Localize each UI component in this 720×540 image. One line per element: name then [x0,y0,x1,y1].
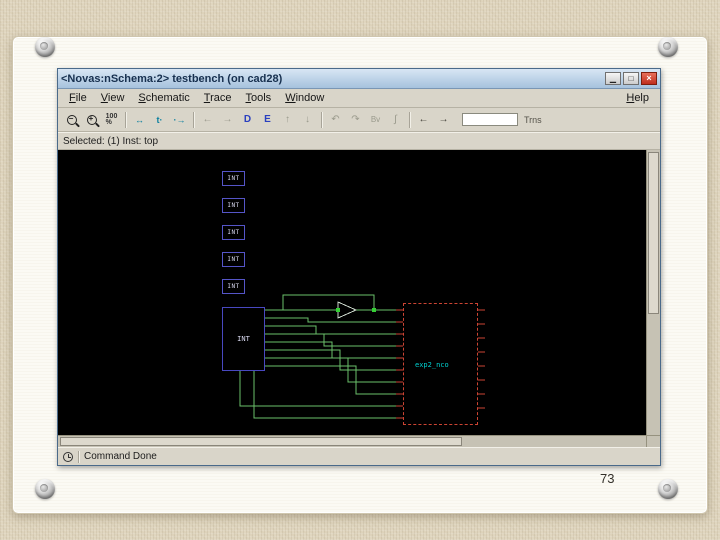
menu-help[interactable]: Help [619,91,656,105]
module-box-exp2-nco[interactable]: exp2_nco [403,303,478,425]
horizontal-scrollbar-thumb[interactable] [60,437,462,446]
selection-status-text: Selected: (1) Inst: top [63,135,159,147]
statusbar-separator [78,450,79,463]
menu-view[interactable]: View [94,91,132,105]
toolbar-separator [193,111,194,128]
selection-status-row: Selected: (1) Inst: top [58,132,660,150]
status-bar-text: Command Done [84,451,157,462]
module-label: exp2_nco [415,361,449,369]
nschema-window: <Novas:nSchema:2> testbench (on cad28) ▁… [57,68,661,466]
scrollbar-corner [646,435,660,447]
show-driver-icon[interactable]: D [238,111,257,129]
menu-trace[interactable]: Trace [197,91,239,105]
presentation-slide: { "slide": { "page_number": "73" }, "win… [0,0,720,540]
show-load-icon[interactable]: E [258,111,277,129]
horizontal-scrollbar[interactable] [58,435,646,447]
screw-decoration [35,37,55,57]
instance-box-main[interactable]: INT [222,307,265,371]
instance-box-small[interactable]: INT [222,225,245,240]
vertical-scrollbar-thumb[interactable] [648,152,659,314]
zoom-fit-icon[interactable]: 100 % [102,111,121,129]
screw-decoration [658,479,678,499]
menu-schematic[interactable]: Schematic [131,91,196,105]
title-bar[interactable]: <Novas:nSchema:2> testbench (on cad28) ▁… [58,69,660,89]
schematic-forward-icon[interactable]: → [218,111,237,129]
bus-view-icon[interactable]: Bv [366,111,385,129]
trace-connectivity-icon[interactable]: ↔ [130,111,149,129]
undo-icon[interactable]: ↶ [326,111,345,129]
buffer-gate [337,301,358,319]
instance-box-small[interactable]: INT [222,252,245,267]
maximize-button[interactable]: □ [623,72,639,85]
next-page-icon[interactable]: → [434,111,453,129]
menu-bar: File View Schematic Trace Tools Window H… [58,89,660,108]
hscroll-row [58,435,660,447]
redo-icon[interactable]: ↷ [346,111,365,129]
close-button[interactable]: × [641,72,657,85]
minimize-button[interactable]: ▁ [605,72,621,85]
vertical-scrollbar[interactable] [646,150,660,435]
prev-page-icon[interactable]: ← [414,111,433,129]
page-number: 73 [600,471,615,486]
instance-box-small[interactable]: INT [222,279,245,294]
toolbar-separator [125,111,126,128]
menu-file[interactable]: File [62,91,94,105]
clock-icon [63,451,73,462]
zoom-in-icon[interactable]: + [82,111,101,129]
waveform-icon[interactable]: ∫ [386,111,405,129]
trace-driver-icon[interactable]: ·→ [170,111,189,129]
find-label: Trns [524,114,542,125]
toolbar: − + 100 % ↔ t· ·→ ← → D E ↑ ↓ ↶ ↷ Bv ∫ ←… [58,108,660,132]
move-up-icon[interactable]: ↑ [278,111,297,129]
schematic-wires [239,294,485,419]
toolbar-separator [321,111,322,128]
menu-window[interactable]: Window [278,91,331,105]
toolbar-separator [409,111,410,128]
zoom-unit: % [105,118,112,126]
schematic-canvas[interactable]: INT INT INT INT INT INT exp2_nco [58,150,646,435]
move-down-icon[interactable]: ↓ [298,111,317,129]
instance-box-small[interactable]: INT [222,198,245,213]
zoom-out-icon[interactable]: − [62,111,81,129]
status-bar: Command Done [58,447,660,465]
menu-tools[interactable]: Tools [239,91,279,105]
schematic-back-icon[interactable]: ← [198,111,217,129]
screw-decoration [658,37,678,57]
instance-box-small[interactable]: INT [222,171,245,186]
screw-decoration [35,479,55,499]
module-pins-right [478,309,485,409]
window-title: <Novas:nSchema:2> testbench (on cad28) [61,72,283,85]
trace-time-icon[interactable]: t· [150,111,169,129]
module-pins-left [396,309,403,419]
find-input[interactable] [462,113,518,126]
canvas-row: INT INT INT INT INT INT exp2_nco [58,150,660,435]
